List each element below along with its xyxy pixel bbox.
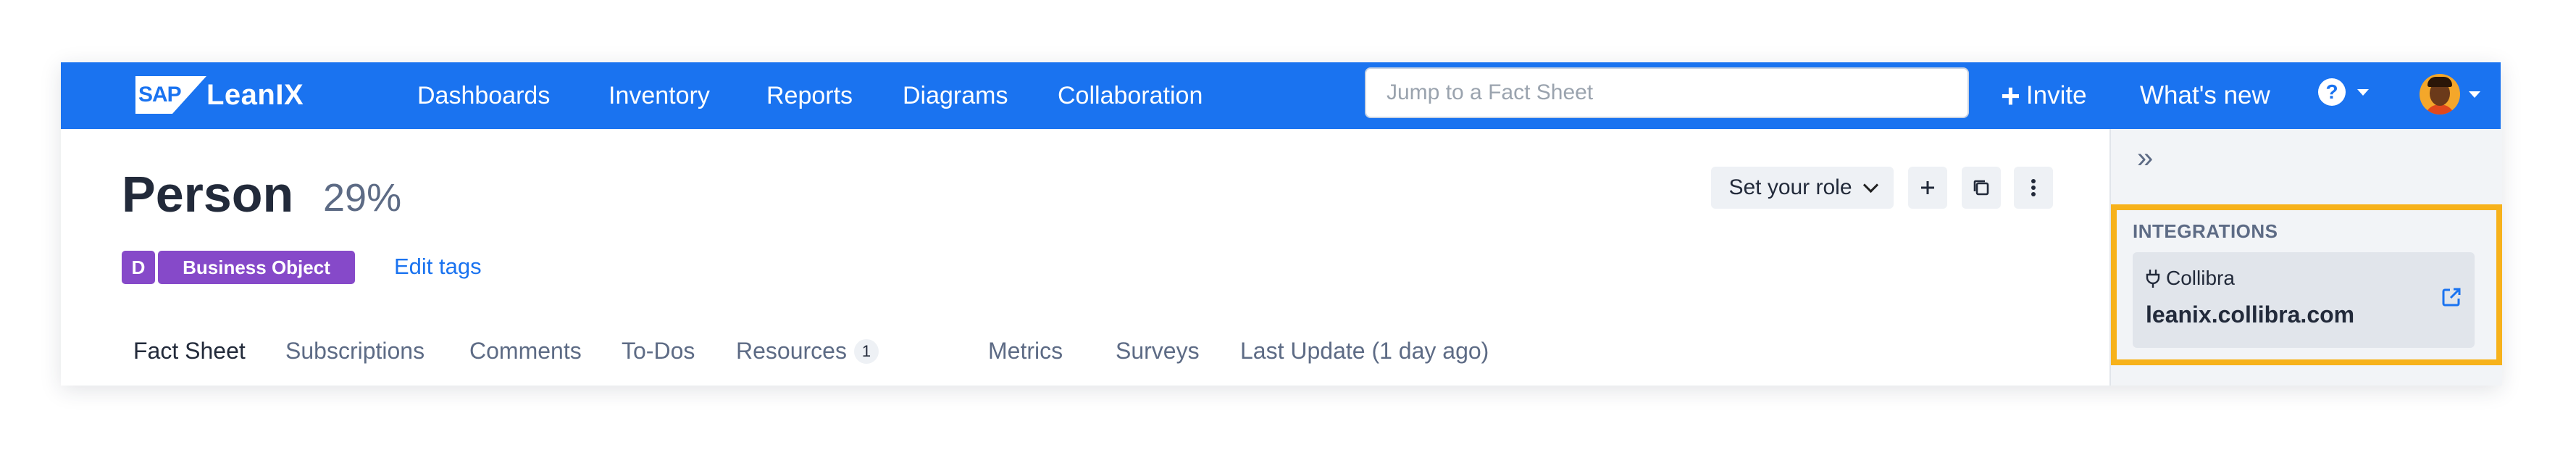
completion-score: 29% <box>323 176 402 220</box>
kebab-menu-icon <box>2031 179 2036 196</box>
tab-resources[interactable]: Resources 1 <box>736 338 879 365</box>
app-window: SAP LeanIX Dashboards Inventory Reports … <box>61 62 2502 386</box>
avatar <box>2420 74 2460 114</box>
logo-text: LeanIX <box>206 78 304 111</box>
add-button[interactable] <box>1908 167 1947 209</box>
set-role-button[interactable]: Set your role <box>1711 167 1894 209</box>
nav-inventory[interactable]: Inventory <box>609 77 710 114</box>
chevron-down-icon <box>1862 177 1878 193</box>
type-letter-badge: D <box>122 251 155 284</box>
side-panel: » INTEGRATIONS Collibra leanix.collibra.… <box>2109 129 2502 386</box>
set-role-label: Set your role <box>1728 175 1852 199</box>
chevron-down-icon <box>2469 91 2480 98</box>
nav-collaboration[interactable]: Collaboration <box>1058 77 1203 114</box>
tab-resources-label: Resources <box>736 338 847 364</box>
tab-surveys[interactable]: Surveys <box>1116 338 1200 365</box>
plus-icon: + <box>2001 77 2020 114</box>
invite-button[interactable]: + Invite <box>2001 77 2087 114</box>
integrations-title: INTEGRATIONS <box>2133 220 2278 242</box>
plug-icon <box>2146 270 2160 288</box>
jump-to-factsheet-search[interactable] <box>1365 67 1969 118</box>
nav-reports[interactable]: Reports <box>766 77 853 114</box>
integrations-section: INTEGRATIONS Collibra leanix.collibra.co… <box>2111 204 2502 365</box>
nav-dashboards[interactable]: Dashboards <box>417 77 550 114</box>
integration-name: Collibra <box>2166 267 2235 289</box>
tab-comments[interactable]: Comments <box>469 338 582 365</box>
type-badge: Business Object <box>158 251 355 284</box>
leanix-logo[interactable]: SAP LeanIX <box>135 75 304 115</box>
plus-icon <box>1921 181 1934 194</box>
integration-card[interactable]: Collibra leanix.collibra.com <box>2133 252 2475 348</box>
open-external-link[interactable] <box>2440 286 2463 312</box>
factsheet-title: Person <box>122 166 294 222</box>
collapse-panel-icon[interactable]: » <box>2137 143 2153 172</box>
copy-button[interactable] <box>1962 167 2001 209</box>
tab-last-update[interactable]: Last Update (1 day ago) <box>1240 338 1489 365</box>
whats-new-link[interactable]: What's new <box>2140 77 2270 114</box>
edit-tags-link[interactable]: Edit tags <box>394 254 482 280</box>
integration-name-row: Collibra <box>2146 267 2235 290</box>
tab-metrics[interactable]: Metrics <box>988 338 1063 365</box>
more-options-button[interactable] <box>2014 167 2053 209</box>
tab-subscriptions[interactable]: Subscriptions <box>285 338 425 365</box>
integration-url: leanix.collibra.com <box>2146 301 2355 328</box>
tab-todos[interactable]: To-Dos <box>622 338 695 365</box>
chevron-down-icon <box>2357 88 2369 96</box>
external-link-icon <box>2442 288 2461 307</box>
invite-label: Invite <box>2025 81 2087 109</box>
nav-diagrams[interactable]: Diagrams <box>903 77 1008 114</box>
sap-logo-mark: SAP <box>135 76 206 114</box>
tab-fact-sheet[interactable]: Fact Sheet <box>133 338 246 365</box>
top-nav-bar: SAP LeanIX Dashboards Inventory Reports … <box>61 62 2501 129</box>
copy-icon <box>1973 180 1989 196</box>
user-menu[interactable] <box>2420 74 2480 114</box>
help-menu[interactable]: ? <box>2318 78 2369 106</box>
resources-count-badge: 1 <box>853 339 879 364</box>
help-icon: ? <box>2318 78 2346 106</box>
